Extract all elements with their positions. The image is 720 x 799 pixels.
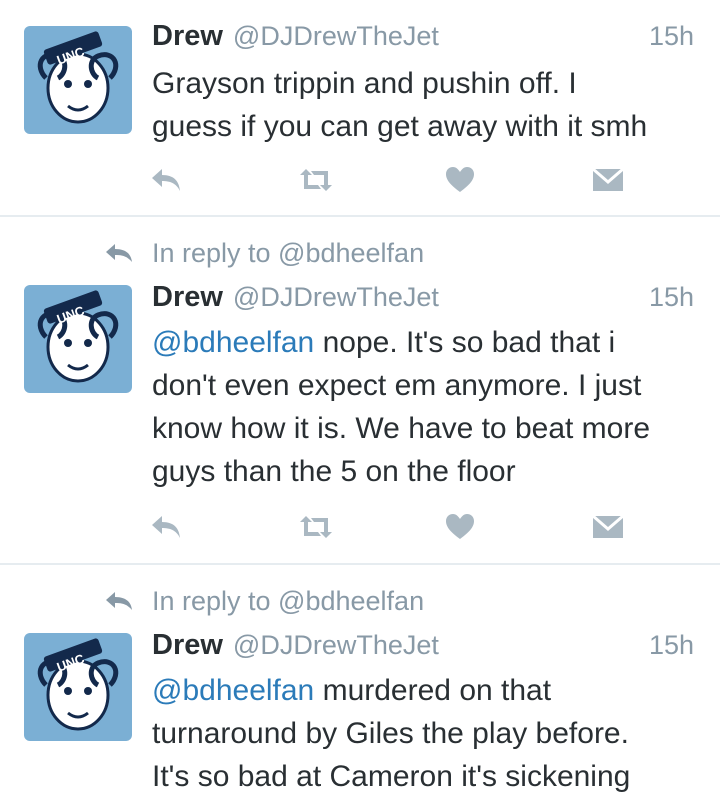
direct-message-icon	[592, 167, 624, 191]
tweet-actions	[0, 160, 720, 200]
timestamp: 15h	[648, 630, 694, 660]
tweet-text: @bdheelfan nope. It's so bad that i don'…	[152, 321, 700, 493]
direct-message-button[interactable]	[588, 160, 628, 200]
like-button[interactable]	[440, 160, 480, 200]
retweet-button[interactable]	[296, 507, 336, 547]
retweet-icon	[300, 169, 332, 191]
in-reply-to[interactable]: In reply to @bdheelfan	[104, 583, 424, 619]
avatar[interactable]: UNC	[24, 26, 132, 134]
reply-icon	[106, 592, 132, 610]
direct-message-icon	[592, 514, 624, 538]
reply-icon	[152, 169, 180, 191]
ram-logo-icon: UNC	[37, 638, 119, 731]
reply-icon	[152, 516, 180, 538]
ram-logo-icon: UNC	[37, 290, 119, 383]
mention-link[interactable]: @bdheelfan	[152, 674, 314, 707]
reply-button[interactable]	[146, 160, 186, 200]
tweet[interactable]: UNC Drew @DJDrewTheJet 15h Grayson tripp…	[0, 0, 720, 216]
ram-logo-icon: UNC	[37, 31, 119, 124]
mention-link[interactable]: @bdheelfan	[152, 326, 314, 359]
direct-message-button[interactable]	[588, 507, 628, 547]
like-icon	[446, 167, 474, 192]
tweet-text: Grayson trippin and pushin off. I guess …	[152, 62, 700, 148]
display-name[interactable]: Drew	[152, 281, 223, 314]
user-handle[interactable]: @DJDrewTheJet	[233, 21, 439, 52]
avatar[interactable]: UNC	[24, 285, 132, 393]
timestamp: 15h	[648, 21, 694, 51]
reply-icon	[106, 244, 132, 262]
in-reply-to-label: In reply to @bdheelfan	[152, 237, 425, 268]
in-reply-to[interactable]: In reply to @bdheelfan	[104, 235, 424, 271]
tweet[interactable]: In reply to @bdheelfan UNC Drew @DJDrewT…	[0, 217, 720, 563]
retweet-button[interactable]	[296, 160, 336, 200]
avatar[interactable]: UNC	[24, 633, 132, 741]
display-name[interactable]: Drew	[152, 20, 223, 53]
retweet-icon	[300, 516, 332, 538]
like-button[interactable]	[440, 507, 480, 547]
tweet-text-content: Grayson trippin and pushin off. I guess …	[152, 67, 648, 143]
display-name[interactable]: Drew	[152, 629, 223, 662]
user-handle[interactable]: @DJDrewTheJet	[233, 630, 439, 661]
reply-button[interactable]	[146, 507, 186, 547]
timestamp: 15h	[648, 282, 694, 312]
like-icon	[446, 514, 474, 539]
in-reply-to-label: In reply to @bdheelfan	[152, 585, 425, 616]
user-handle[interactable]: @DJDrewTheJet	[233, 282, 439, 313]
tweet-text: @bdheelfan murdered on that turnaround b…	[152, 669, 700, 798]
tweet-actions	[0, 507, 720, 547]
tweet[interactable]: In reply to @bdheelfan UNC Drew @DJDrewT…	[0, 565, 720, 799]
